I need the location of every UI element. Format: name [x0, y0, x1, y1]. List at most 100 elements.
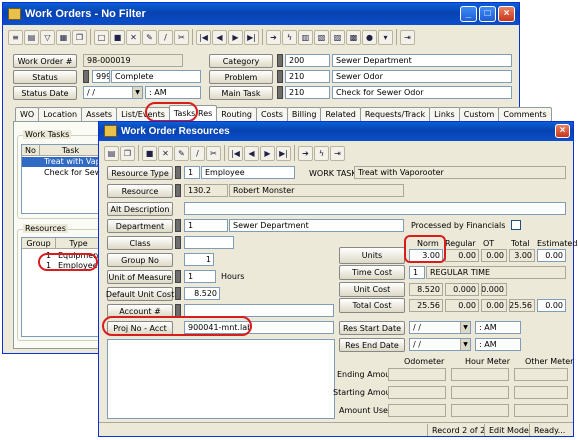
tab-links[interactable]: Links	[429, 107, 460, 121]
globe-icon[interactable]: ●	[362, 29, 377, 45]
units-estimated-field[interactable]: 0.00	[537, 249, 566, 262]
category-value-field[interactable]: Sewer Department	[332, 54, 512, 67]
status-value-field[interactable]: Complete	[111, 70, 201, 83]
tab-custom[interactable]: Custom	[458, 107, 500, 121]
delete-icon[interactable]: ✕	[158, 145, 173, 161]
alt-description-field[interactable]	[184, 202, 566, 215]
maximize-button[interactable]: □	[479, 6, 496, 22]
arrow-right-icon[interactable]: ➔	[298, 145, 313, 161]
tab-costs[interactable]: Costs	[255, 107, 288, 121]
lookup-button[interactable]	[277, 54, 283, 67]
department-code-field[interactable]: 1	[184, 219, 228, 232]
list-icon[interactable]: ≡	[8, 29, 23, 45]
last-record-icon[interactable]: ▶|	[276, 145, 291, 161]
chart-icon[interactable]: ▧	[314, 29, 329, 45]
tab-location[interactable]: Location	[38, 107, 83, 121]
close-button[interactable]: ×	[498, 6, 515, 22]
status-time-field[interactable]: : AM	[145, 86, 201, 99]
prev-record-icon[interactable]: ◀	[244, 145, 259, 161]
work-order-field[interactable]: 98-000019	[83, 54, 183, 67]
record-icon[interactable]: ▤	[104, 145, 119, 161]
dropdown-icon[interactable]: ▾	[378, 29, 393, 45]
exit-icon[interactable]: ⇥	[330, 145, 345, 161]
lookup-button[interactable]	[175, 184, 181, 197]
map-icon[interactable]: ▩	[346, 29, 361, 45]
lookup-button[interactable]	[175, 219, 181, 232]
resource-type-code[interactable]: 1	[184, 166, 200, 179]
chevron-down-icon[interactable]: ▼	[132, 87, 142, 98]
tab-billing[interactable]: Billing	[286, 107, 322, 121]
next-record-icon[interactable]: ▶	[260, 145, 275, 161]
edit-icon[interactable]: ✎	[174, 145, 189, 161]
time-cost-code-field[interactable]: 1	[409, 266, 425, 279]
save-icon[interactable]: ■	[110, 29, 125, 45]
minimize-button[interactable]: _	[460, 6, 477, 22]
lookup-button[interactable]	[175, 270, 181, 283]
tab-requests-track[interactable]: Requests/Track	[359, 107, 431, 121]
tab-wo[interactable]: WO	[15, 107, 40, 121]
group-no-field[interactable]: 1	[184, 253, 214, 266]
lookup-button[interactable]	[175, 236, 181, 249]
cut-icon[interactable]: ✂	[206, 145, 221, 161]
res-start-date-field[interactable]: / / ▼	[409, 321, 471, 334]
res-end-time-field[interactable]: : AM	[475, 338, 521, 351]
resource-name-field[interactable]: Robert Monster	[229, 184, 404, 197]
total-cost-estimated-field[interactable]: 0.00	[537, 299, 566, 312]
close-button[interactable]: ×	[555, 124, 570, 138]
uom-code-field[interactable]: 1	[184, 270, 216, 283]
resource-code-field[interactable]: 130.2	[184, 184, 228, 197]
notes-textarea[interactable]	[107, 339, 335, 419]
tab-routing[interactable]: Routing	[216, 107, 257, 121]
print-icon[interactable]: ▦	[56, 29, 71, 45]
tab-comments[interactable]: Comments	[498, 107, 552, 121]
resource-type-field[interactable]: Employee	[201, 166, 295, 179]
main-task-value-field[interactable]: Check for Sewer Odor	[332, 86, 512, 99]
chevron-down-icon[interactable]: ▼	[460, 322, 470, 333]
lookup-button[interactable]	[277, 70, 283, 83]
pencil-icon[interactable]: /	[190, 145, 205, 161]
class-field[interactable]	[184, 236, 234, 249]
res-end-date-field[interactable]: / / ▼	[409, 338, 471, 351]
first-record-icon[interactable]: |◀	[228, 145, 243, 161]
copy-icon[interactable]: ❐	[120, 145, 135, 161]
uom-label: Unit of Measure	[107, 270, 173, 284]
arrow-right-icon[interactable]: ➔	[266, 29, 281, 45]
copy-icon[interactable]: ❐	[72, 29, 87, 45]
default-unit-cost-field[interactable]: 8.520	[184, 287, 220, 300]
res-start-time-field[interactable]: : AM	[475, 321, 521, 334]
next-record-icon[interactable]: ▶	[228, 29, 243, 45]
resource-type-label: Resource Type	[107, 166, 173, 180]
first-record-icon[interactable]: |◀	[196, 29, 211, 45]
tab-related[interactable]: Related	[320, 107, 361, 121]
work-order-resources-dialog: Work Order Resources × ▤ ❐ ■ ✕ ✎ / ✂ |◀ …	[98, 121, 577, 437]
prev-record-icon[interactable]: ◀	[212, 29, 227, 45]
book-icon[interactable]: ▥	[298, 29, 313, 45]
lightning-icon[interactable]: ϟ	[282, 29, 297, 45]
save-icon[interactable]: ■	[142, 145, 157, 161]
chevron-down-icon[interactable]: ▼	[460, 339, 470, 350]
calendar-icon[interactable]: ▨	[330, 29, 345, 45]
filter-icon[interactable]: ▽	[40, 29, 55, 45]
cut-icon[interactable]: ✂	[174, 29, 189, 45]
delete-icon[interactable]: ✕	[126, 29, 141, 45]
problem-value-field[interactable]: Sewer Odor	[332, 70, 512, 83]
tab-assets[interactable]: Assets	[81, 107, 118, 121]
processed-checkbox[interactable]	[511, 220, 521, 230]
status-date-field[interactable]: / / ▼	[83, 86, 143, 99]
record-icon[interactable]: ▤	[24, 29, 39, 45]
department-name-field[interactable]: Sewer Department	[229, 219, 404, 232]
lookup-button[interactable]	[83, 70, 89, 83]
edit-icon[interactable]: ✎	[142, 29, 157, 45]
exit-icon[interactable]: ⇥	[400, 29, 415, 45]
main-task-code-field[interactable]: 210	[285, 86, 330, 99]
lookup-button[interactable]	[175, 287, 181, 300]
lightning-icon[interactable]: ϟ	[314, 145, 329, 161]
problem-code-field[interactable]: 210	[285, 70, 330, 83]
category-code-field[interactable]: 200	[285, 54, 330, 67]
new-icon[interactable]: □	[94, 29, 109, 45]
lookup-button[interactable]	[175, 166, 181, 179]
pencil-icon[interactable]: /	[158, 29, 173, 45]
lookup-button[interactable]	[277, 86, 283, 99]
last-record-icon[interactable]: ▶|	[244, 29, 259, 45]
status-code-field[interactable]: 999	[92, 70, 110, 83]
